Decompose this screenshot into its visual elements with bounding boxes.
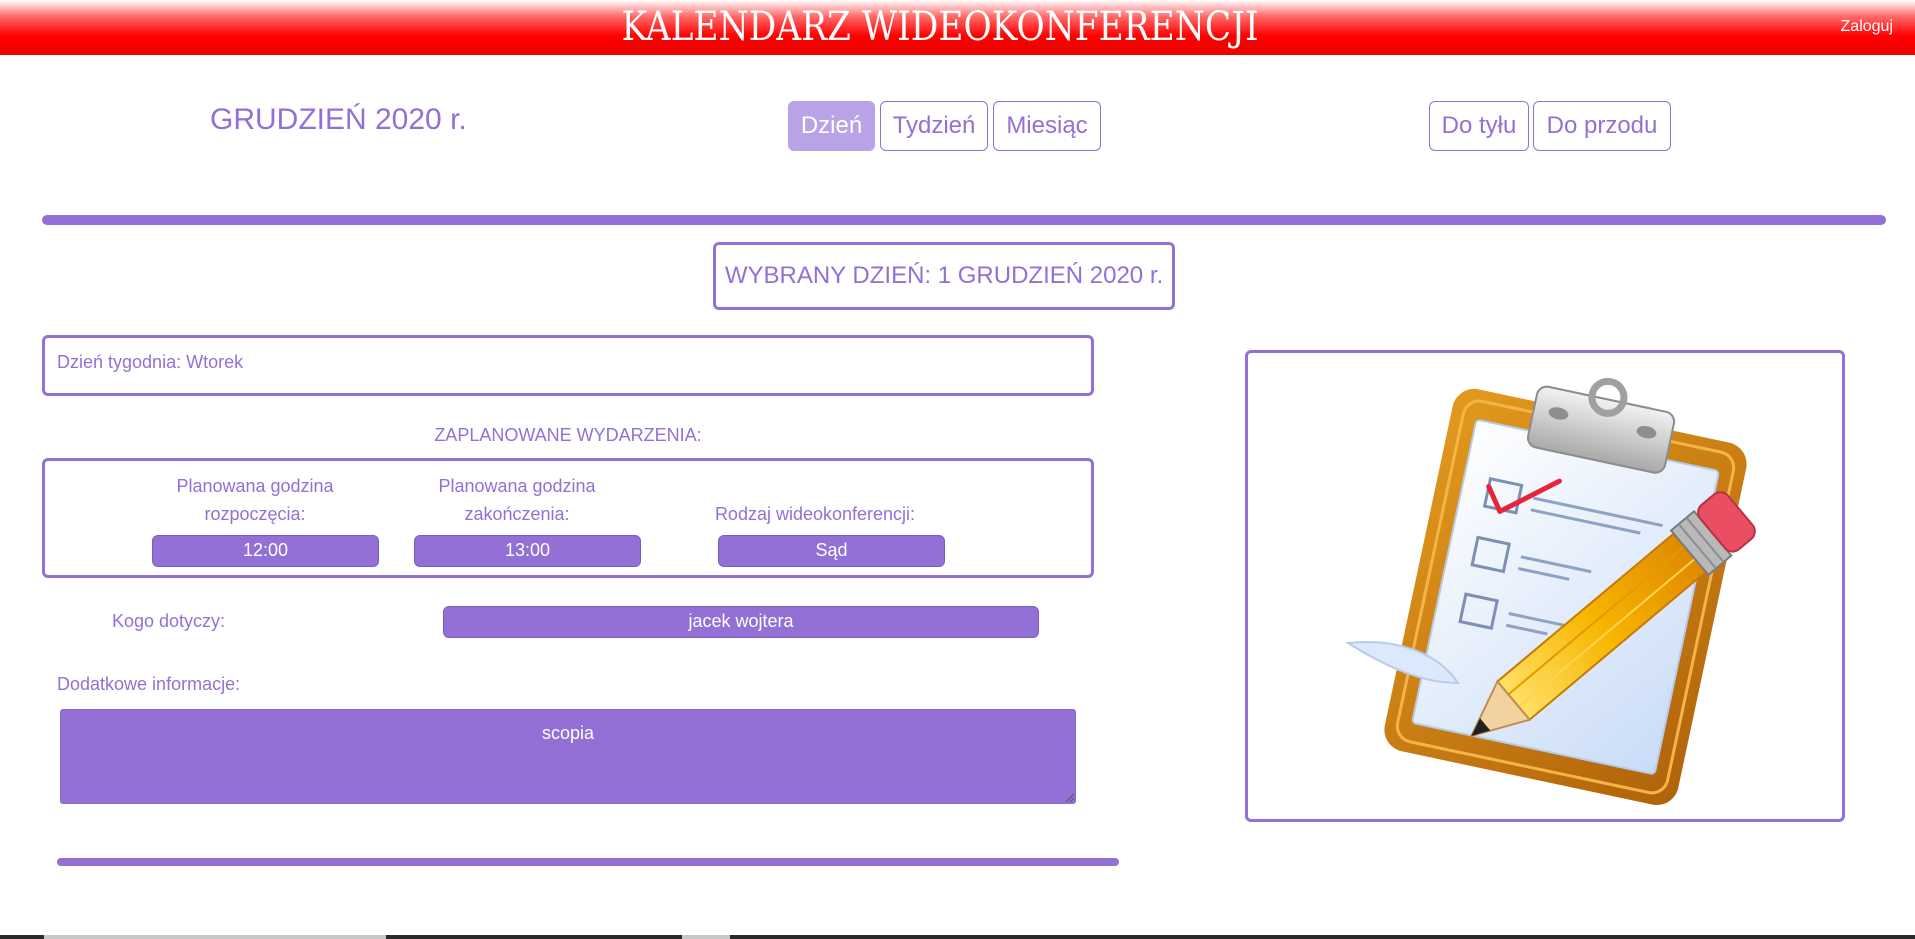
events-box: Planowana godzina rozpoczęcia: Planowana… bbox=[42, 458, 1094, 578]
end-time-label: Planowana godzina zakończenia: bbox=[417, 472, 617, 528]
illustration-frame bbox=[1245, 350, 1845, 822]
top-divider bbox=[42, 215, 1886, 225]
start-time-label-line1: Planowana godzina bbox=[176, 476, 334, 496]
start-time-label-line2: rozpoczęcia: bbox=[204, 504, 306, 524]
additional-info-value: scopia bbox=[541, 723, 595, 743]
additional-info-textarea[interactable]: scopia bbox=[60, 709, 1076, 804]
view-month-button[interactable]: Miesiąc bbox=[993, 101, 1101, 151]
start-time-label: Planowana godzina rozpoczęcia: bbox=[155, 472, 355, 528]
conference-type-field[interactable]: Sąd bbox=[718, 535, 945, 567]
app-title: KALENDARZ WIDEOKONFERENCJI bbox=[621, 4, 1259, 50]
weekday-text: Dzień tygodnia: Wtorek bbox=[57, 352, 244, 372]
weekday-box: Dzień tygodnia: Wtorek bbox=[42, 335, 1094, 396]
resize-grip-icon[interactable] bbox=[1064, 792, 1074, 802]
scrollbar-segment bbox=[682, 935, 730, 939]
conference-type-label: Rodzaj wideokonferencji: bbox=[714, 504, 916, 524]
end-time-label-line1: Planowana godzina bbox=[438, 476, 596, 496]
scrollbar-thumb[interactable] bbox=[44, 935, 386, 939]
concerns-field[interactable]: jacek wojtera bbox=[443, 606, 1039, 638]
view-week-button[interactable]: Tydzień bbox=[880, 101, 988, 151]
end-time-label-line2: zakończenia: bbox=[464, 504, 570, 524]
month-title: GRUDZIEŃ 2020 r. bbox=[210, 103, 467, 136]
view-day-button[interactable]: Dzień bbox=[788, 101, 875, 151]
events-heading: ZAPLANOWANE WYDARZENIA: bbox=[434, 425, 702, 445]
bottom-scrollbar[interactable] bbox=[0, 935, 1915, 939]
selected-day-title: WYBRANY DZIEŃ: 1 GRUDZIEŃ 2020 r. bbox=[713, 242, 1175, 310]
forward-button[interactable]: Do przodu bbox=[1533, 101, 1671, 151]
end-time-field[interactable]: 13:00 bbox=[414, 535, 641, 567]
start-time-field[interactable]: 12:00 bbox=[152, 535, 379, 567]
concerns-label: Kogo dotyczy: bbox=[112, 611, 226, 631]
back-button[interactable]: Do tyłu bbox=[1429, 101, 1529, 151]
app-header: KALENDARZ WIDEOKONFERENCJI Zaloguj bbox=[0, 0, 1915, 55]
bottom-divider bbox=[57, 858, 1119, 866]
additional-info-label: Dodatkowe informacje: bbox=[57, 674, 241, 694]
login-link[interactable]: Zaloguj bbox=[1841, 18, 1893, 36]
clipboard-pencil-icon bbox=[1344, 377, 1756, 805]
